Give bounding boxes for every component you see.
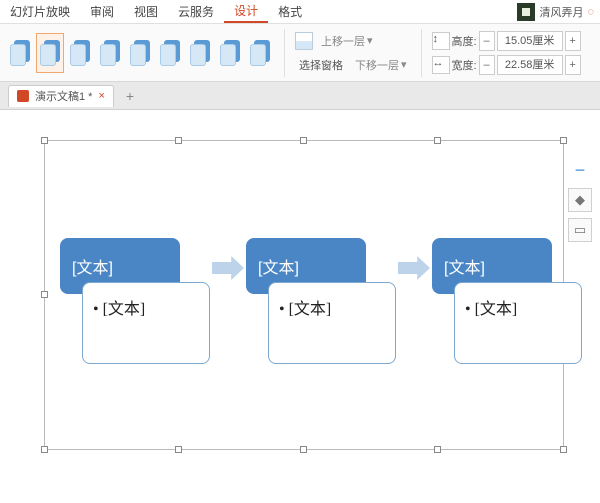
- user-name: 清风弄月: [539, 4, 583, 20]
- tab-format[interactable]: 格式: [268, 0, 312, 23]
- resize-handle[interactable]: [41, 446, 48, 453]
- separator: [421, 29, 422, 77]
- resize-handle[interactable]: [434, 137, 441, 144]
- node-body[interactable]: • [文本]: [454, 282, 582, 364]
- menu-tab-bar: 幻灯片放映 审阅 视图 云服务 设计 格式 清风弄月 ◌: [0, 0, 600, 24]
- ribbon: 上移一层 ▾ 选择窗格 下移一层 ▾ ↕ 高度: – 15.05厘米 + ↔ 宽…: [0, 24, 600, 82]
- arrange-group: 上移一层 ▾ 选择窗格 下移一层 ▾: [295, 30, 411, 76]
- move-down-button[interactable]: 下移一层 ▾: [351, 55, 411, 75]
- style-item[interactable]: [186, 33, 214, 73]
- style-item-selected[interactable]: [36, 33, 64, 73]
- resize-handle[interactable]: [560, 446, 567, 453]
- slide-canvas[interactable]: − ◆ ▭ [文本] • [文本] [文本] • [文本] [文本] • [文本…: [0, 110, 600, 503]
- height-label: 高度:: [452, 33, 477, 49]
- height-increase-button[interactable]: +: [565, 31, 581, 51]
- style-item[interactable]: [246, 33, 274, 73]
- collapse-button[interactable]: −: [568, 158, 592, 182]
- resize-handle[interactable]: [175, 137, 182, 144]
- style-item[interactable]: [96, 33, 124, 73]
- style-item[interactable]: [126, 33, 154, 73]
- smartart-node[interactable]: [文本] • [文本]: [432, 238, 582, 364]
- tab-view[interactable]: 视图: [124, 0, 168, 23]
- width-icon: ↔: [432, 56, 450, 74]
- resize-handle[interactable]: [41, 291, 48, 298]
- width-increase-button[interactable]: +: [565, 55, 581, 75]
- node-body[interactable]: • [文本]: [82, 282, 210, 364]
- close-document-button[interactable]: ×: [98, 90, 104, 102]
- smartart-graphic[interactable]: [文本] • [文本] [文本] • [文本] [文本] • [文本]: [60, 238, 582, 364]
- height-icon: ↕: [432, 32, 450, 50]
- node-body[interactable]: • [文本]: [268, 282, 396, 364]
- move-up-button[interactable]: 上移一层 ▾: [317, 31, 377, 51]
- style-item[interactable]: [156, 33, 184, 73]
- user-dropdown-icon: ◌: [587, 6, 594, 18]
- side-toolbar: − ◆ ▭: [568, 158, 594, 242]
- smartart-node[interactable]: [文本] • [文本]: [60, 238, 210, 364]
- style-item[interactable]: [6, 33, 34, 73]
- height-input[interactable]: 15.05厘米: [497, 31, 563, 51]
- smartart-node[interactable]: [文本] • [文本]: [246, 238, 396, 364]
- width-input[interactable]: 22.58厘米: [497, 55, 563, 75]
- style-gallery: [6, 33, 274, 73]
- new-document-button[interactable]: +: [120, 88, 140, 104]
- move-up-label: 上移一层: [321, 33, 365, 49]
- tab-review[interactable]: 审阅: [80, 0, 124, 23]
- tab-design[interactable]: 设计: [224, 0, 268, 23]
- move-down-label: 下移一层: [355, 57, 399, 73]
- tab-cloud[interactable]: 云服务: [168, 0, 224, 23]
- resize-handle[interactable]: [300, 137, 307, 144]
- avatar: [517, 3, 535, 21]
- height-decrease-button[interactable]: –: [479, 31, 495, 51]
- resize-handle[interactable]: [560, 137, 567, 144]
- resize-handle[interactable]: [300, 446, 307, 453]
- tool-button-1[interactable]: ◆: [568, 188, 592, 212]
- select-pane-button[interactable]: 选择窗格: [295, 55, 347, 75]
- resize-handle[interactable]: [434, 446, 441, 453]
- arrow-icon: [398, 256, 430, 280]
- arrow-icon: [212, 256, 244, 280]
- width-decrease-button[interactable]: –: [479, 55, 495, 75]
- resize-handle[interactable]: [41, 137, 48, 144]
- width-label: 宽度:: [452, 57, 477, 73]
- document-name: 演示文稿1 *: [35, 88, 92, 104]
- user-area[interactable]: 清风弄月 ◌: [517, 3, 600, 21]
- size-group: ↕ 高度: – 15.05厘米 + ↔ 宽度: – 22.58厘米 +: [432, 30, 581, 76]
- document-tab-bar: 演示文稿1 * × +: [0, 82, 600, 110]
- style-item[interactable]: [66, 33, 94, 73]
- style-item[interactable]: [216, 33, 244, 73]
- document-tab[interactable]: 演示文稿1 * ×: [8, 85, 114, 107]
- tab-slideshow[interactable]: 幻灯片放映: [0, 0, 80, 23]
- select-pane-icon: [295, 32, 313, 50]
- presentation-icon: [17, 90, 29, 102]
- resize-handle[interactable]: [175, 446, 182, 453]
- separator: [284, 29, 285, 77]
- menu-tabs: 幻灯片放映 审阅 视图 云服务 设计 格式: [0, 0, 312, 23]
